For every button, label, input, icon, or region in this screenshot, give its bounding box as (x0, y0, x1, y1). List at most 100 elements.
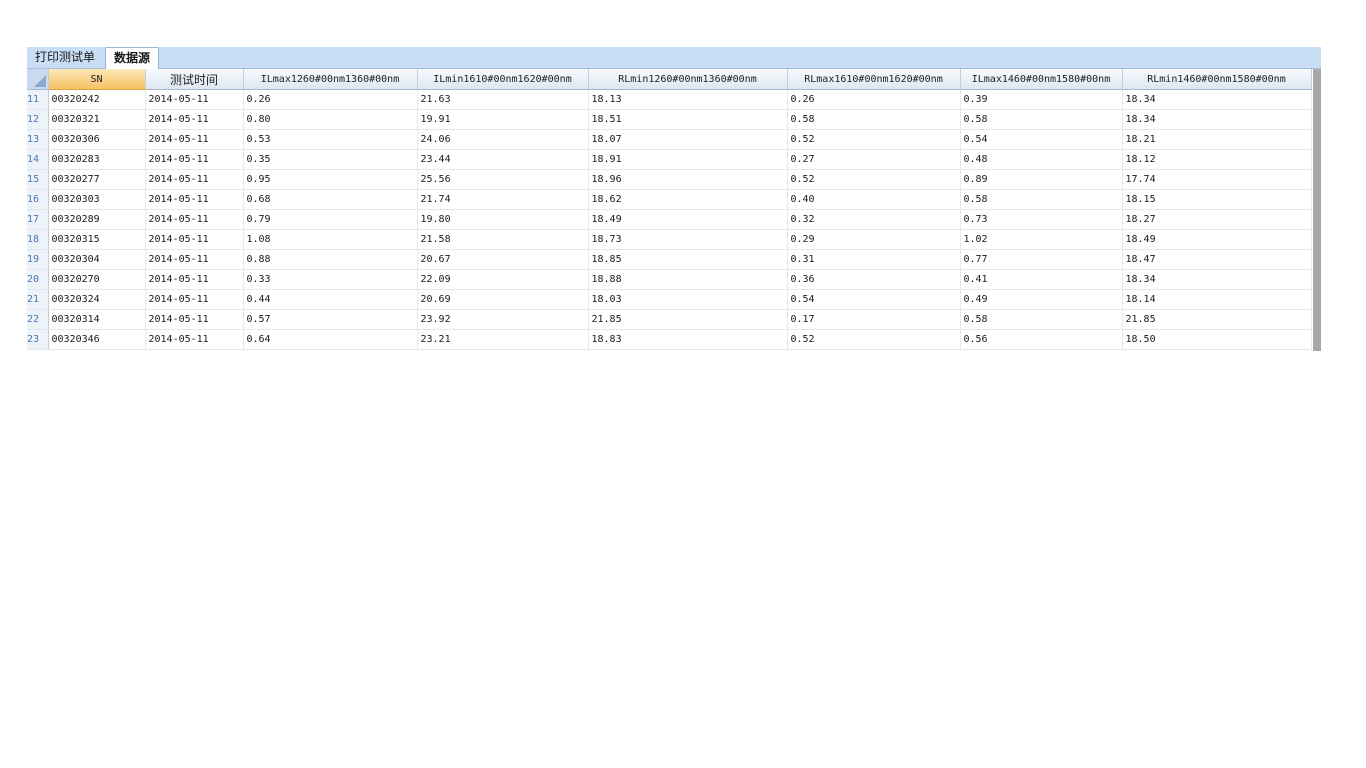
ilmax-1260-1360-cell[interactable]: 0.35 (243, 149, 418, 170)
row-number[interactable]: 23 (27, 329, 49, 350)
rlmin-1460-1580-cell[interactable]: 17.74 (1122, 169, 1312, 190)
column-header-ilmax-1460-1580[interactable]: ILmax1460#00nm1580#00nm (960, 69, 1123, 90)
row-number[interactable]: 22 (27, 309, 49, 330)
column-header-sn[interactable]: SN (48, 69, 146, 90)
rlmin-1260-1360-cell[interactable]: 18.96 (588, 169, 788, 190)
sn-cell[interactable]: 00320321 (48, 109, 146, 130)
sn-cell[interactable]: 00320304 (48, 249, 146, 270)
table-row[interactable]: 20 00320270 2014-05-11 0.33 22.09 18.88 0.36 0.… (27, 269, 1312, 290)
sn-cell[interactable]: 00320306 (48, 129, 146, 150)
ilmax-1260-1360-cell[interactable]: 0.79 (243, 209, 418, 230)
ilmax-1260-1360-cell[interactable]: 1.08 (243, 229, 418, 250)
ilmax-1460-1580-cell[interactable]: 0.58 (960, 189, 1123, 210)
rlmax-1610-1620-cell[interactable]: 0.52 (787, 329, 961, 350)
row-number[interactable]: 20 (27, 269, 49, 290)
rlmax-1610-1620-cell[interactable]: 0.17 (787, 309, 961, 330)
sn-cell[interactable]: 00320324 (48, 289, 146, 310)
test-time-cell[interactable]: 2014-05-11 (145, 269, 244, 290)
column-header-ilmin-1610-1620[interactable]: ILmin1610#00nm1620#00nm (417, 69, 589, 90)
row-number[interactable]: 11 (27, 89, 49, 110)
ilmax-1460-1580-cell[interactable]: 0.49 (960, 289, 1123, 310)
ilmax-1460-1580-cell[interactable]: 0.58 (960, 109, 1123, 130)
rlmin-1460-1580-cell[interactable]: 18.27 (1122, 209, 1312, 230)
test-time-cell[interactable]: 2014-05-11 (145, 129, 244, 150)
ilmin-1610-1620-cell[interactable]: 21.58 (417, 229, 589, 250)
test-time-cell[interactable]: 2014-05-11 (145, 189, 244, 210)
rlmin-1460-1580-cell[interactable]: 18.12 (1122, 149, 1312, 170)
ilmax-1260-1360-cell[interactable]: 0.26 (243, 89, 418, 110)
test-time-cell[interactable]: 2014-05-11 (145, 249, 244, 270)
row-number[interactable]: 16 (27, 189, 49, 210)
column-header-rlmin-1260-1360[interactable]: RLmin1260#00nm1360#00nm (588, 69, 788, 90)
column-header-ilmax-1260-1360[interactable]: ILmax1260#00nm1360#00nm (243, 69, 418, 90)
ilmax-1460-1580-cell[interactable]: 0.41 (960, 269, 1123, 290)
test-time-cell[interactable]: 2014-05-11 (145, 329, 244, 350)
rlmin-1260-1360-cell[interactable]: 18.51 (588, 109, 788, 130)
test-time-cell[interactable]: 2014-05-11 (145, 109, 244, 130)
row-number[interactable]: 13 (27, 129, 49, 150)
test-time-cell[interactable]: 2014-05-11 (145, 229, 244, 250)
ilmax-1260-1360-cell[interactable]: 0.53 (243, 129, 418, 150)
rlmax-1610-1620-cell[interactable]: 0.54 (787, 289, 961, 310)
row-number[interactable]: 21 (27, 289, 49, 310)
rlmin-1460-1580-cell[interactable]: 18.34 (1122, 269, 1312, 290)
rlmin-1260-1360-cell[interactable]: 21.85 (588, 309, 788, 330)
rlmin-1260-1360-cell[interactable]: 18.85 (588, 249, 788, 270)
rlmax-1610-1620-cell[interactable]: 0.52 (787, 169, 961, 190)
ilmin-1610-1620-cell[interactable]: 23.21 (417, 329, 589, 350)
row-number[interactable]: 19 (27, 249, 49, 270)
ilmax-1260-1360-cell[interactable]: 0.57 (243, 309, 418, 330)
table-row[interactable]: 14 00320283 2014-05-11 0.35 23.44 18.91 0.27 0.… (27, 149, 1312, 170)
ilmax-1260-1360-cell[interactable]: 0.88 (243, 249, 418, 270)
row-number[interactable]: 18 (27, 229, 49, 250)
ilmin-1610-1620-cell[interactable]: 24.06 (417, 129, 589, 150)
rlmin-1260-1360-cell[interactable]: 18.03 (588, 289, 788, 310)
sn-cell[interactable]: 00320315 (48, 229, 146, 250)
rlmin-1260-1360-cell[interactable]: 18.91 (588, 149, 788, 170)
sn-cell[interactable]: 00320303 (48, 189, 146, 210)
ilmax-1460-1580-cell[interactable]: 0.48 (960, 149, 1123, 170)
rlmin-1260-1360-cell[interactable]: 18.49 (588, 209, 788, 230)
ilmin-1610-1620-cell[interactable]: 21.74 (417, 189, 589, 210)
sn-cell[interactable]: 00320277 (48, 169, 146, 190)
row-number[interactable]: 17 (27, 209, 49, 230)
ilmax-1260-1360-cell[interactable]: 0.80 (243, 109, 418, 130)
ilmax-1460-1580-cell[interactable]: 0.39 (960, 89, 1123, 110)
vertical-scrollbar[interactable] (1313, 69, 1321, 351)
ilmax-1460-1580-cell[interactable]: 0.54 (960, 129, 1123, 150)
tab-data-source[interactable]: 数据源 (105, 47, 159, 70)
rlmin-1260-1360-cell[interactable]: 18.83 (588, 329, 788, 350)
column-header-rlmin-1460-1580[interactable]: RLmin1460#00nm1580#00nm (1122, 69, 1312, 90)
ilmin-1610-1620-cell[interactable]: 20.67 (417, 249, 589, 270)
sn-cell[interactable]: 00320314 (48, 309, 146, 330)
column-header-rlmax-1610-1620[interactable]: RLmax1610#00nm1620#00nm (787, 69, 961, 90)
rlmax-1610-1620-cell[interactable]: 0.27 (787, 149, 961, 170)
ilmax-1460-1580-cell[interactable]: 1.02 (960, 229, 1123, 250)
rlmin-1460-1580-cell[interactable]: 18.34 (1122, 89, 1312, 110)
test-time-cell[interactable]: 2014-05-11 (145, 289, 244, 310)
sn-cell[interactable]: 00320289 (48, 209, 146, 230)
rlmin-1460-1580-cell[interactable]: 18.15 (1122, 189, 1312, 210)
select-all-corner[interactable] (27, 69, 49, 90)
ilmax-1460-1580-cell[interactable]: 0.56 (960, 329, 1123, 350)
ilmin-1610-1620-cell[interactable]: 19.91 (417, 109, 589, 130)
test-time-cell[interactable]: 2014-05-11 (145, 209, 244, 230)
row-number[interactable]: 12 (27, 109, 49, 130)
rlmax-1610-1620-cell[interactable]: 0.40 (787, 189, 961, 210)
ilmax-1460-1580-cell[interactable]: 0.73 (960, 209, 1123, 230)
table-row[interactable]: 16 00320303 2014-05-11 0.68 21.74 18.62 0.40 0.… (27, 189, 1312, 210)
ilmax-1260-1360-cell[interactable]: 0.33 (243, 269, 418, 290)
row-number[interactable]: 14 (27, 149, 49, 170)
table-row[interactable]: 17 00320289 2014-05-11 0.79 19.80 18.49 0.32 0.… (27, 209, 1312, 230)
rlmin-1260-1360-cell[interactable]: 18.07 (588, 129, 788, 150)
table-row[interactable]: 19 00320304 2014-05-11 0.88 20.67 18.85 0.31 0.… (27, 249, 1312, 270)
table-row[interactable]: 18 00320315 2014-05-11 1.08 21.58 18.73 0.29 1.… (27, 229, 1312, 250)
table-row[interactable]: 12 00320321 2014-05-11 0.80 19.91 18.51 0.58 0.… (27, 109, 1312, 130)
rlmin-1460-1580-cell[interactable]: 18.50 (1122, 329, 1312, 350)
rlmin-1460-1580-cell[interactable]: 18.21 (1122, 129, 1312, 150)
rlmin-1460-1580-cell[interactable]: 18.34 (1122, 109, 1312, 130)
ilmax-1460-1580-cell[interactable]: 0.77 (960, 249, 1123, 270)
test-time-cell[interactable]: 2014-05-11 (145, 89, 244, 110)
ilmin-1610-1620-cell[interactable]: 23.92 (417, 309, 589, 330)
rlmax-1610-1620-cell[interactable]: 0.31 (787, 249, 961, 270)
